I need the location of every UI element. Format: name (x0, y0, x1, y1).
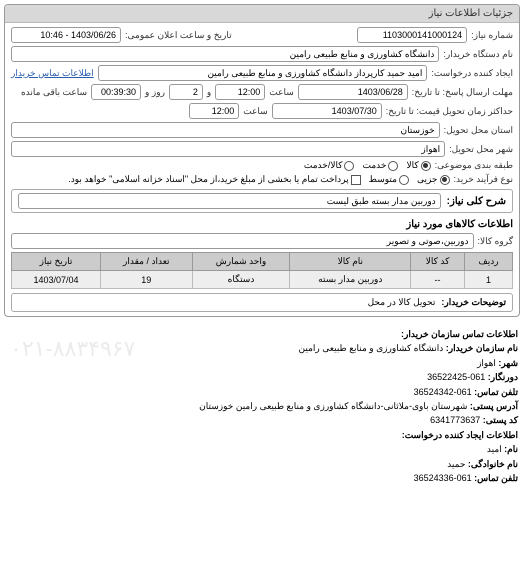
buyer-note-box: توضیحات خریدار: تحویل کالا در محل (11, 293, 513, 312)
c-org-label: نام سازمان خریدار: (446, 343, 518, 353)
c-phone: 061-36524342 (414, 387, 472, 397)
announce-label: تاریخ و ساعت اعلان عمومی: (125, 30, 232, 41)
th-code: کد کالا (411, 253, 465, 271)
saat-label-2: ساعت (243, 106, 268, 117)
th-date: تاریخ نیاز (12, 253, 101, 271)
c-postal: 6341773637 (430, 415, 480, 425)
td-qty: 19 (101, 271, 192, 289)
remain-days-input[interactable] (169, 84, 203, 100)
process-radio-group: جزیی متوسط پرداخت تمام یا بخشی از مبلغ خ… (68, 174, 449, 185)
radio-jozi[interactable]: جزیی (417, 174, 450, 185)
buyer-org-input[interactable] (11, 46, 439, 62)
td-idx: 1 (464, 271, 512, 289)
radio-kala-label: کالا (406, 160, 418, 171)
remain-label: ساعت باقی مانده (21, 87, 87, 98)
td-unit: دستگاه (192, 271, 290, 289)
c-phone-label: تلفن تماس: (474, 387, 518, 397)
va-label: و (207, 87, 211, 98)
radio-motavaset[interactable]: متوسط (369, 174, 409, 185)
buyer-note-value: تحویل کالا در محل (368, 297, 436, 308)
goods-table: ردیف کد کالا نام کالا واحد شمارش تعداد /… (11, 252, 513, 289)
request-no-input[interactable] (357, 27, 467, 43)
price-date-input[interactable] (272, 103, 382, 119)
city-input[interactable] (11, 141, 445, 157)
c-org: دانشگاه کشاورزی و منابع طبیعی رامین (299, 343, 444, 353)
c-cphone: 061-36524336 (414, 473, 472, 483)
th-qty: تعداد / مقدار (101, 253, 192, 271)
c-creator-title: اطلاعات ایجاد کننده درخواست: (402, 430, 518, 440)
radio-dot-icon (440, 175, 450, 185)
c-fname: امید (487, 444, 502, 454)
process-label: نوع فرآیند خرید: (454, 174, 514, 185)
category-label: طبقه بندی موضوعی: (435, 160, 513, 171)
panel-title: جزئیات اطلاعات نیاز (5, 5, 519, 23)
saat-label-1: ساعت (269, 87, 294, 98)
panel-body: شماره نیاز: تاریخ و ساعت اعلان عمومی: نا… (5, 23, 519, 316)
contact-link[interactable]: اطلاعات تماس خریدار (11, 68, 94, 79)
need-label: شرح کلی نیاز: (447, 196, 506, 207)
radio-khadamat-label: خدمت (362, 160, 386, 171)
td-name: دوربین مدار بسته (290, 271, 411, 289)
radio-motavaset-label: متوسط (369, 174, 397, 185)
goods-section-title: اطلاعات کالاهای مورد نیاز (11, 219, 513, 230)
c-fax-label: دورنگار: (488, 372, 518, 382)
request-no-label: شماره نیاز: (471, 30, 513, 41)
announce-input[interactable] (11, 27, 121, 43)
radio-jozi-label: جزیی (417, 174, 438, 185)
price-label: حداکثر زمان تحویل قیمت: تا تاریخ: (386, 106, 513, 117)
creator-label: ایجاد کننده درخواست: (431, 68, 513, 79)
chk-treasury[interactable]: پرداخت تمام یا بخشی از مبلغ خرید،از محل … (68, 174, 360, 185)
deadline-date-input[interactable] (298, 84, 408, 100)
c-city-label: شهر: (498, 358, 518, 368)
c-address: شهرستان باوی-ملاثانی-دانشگاه کشاورزی و م… (199, 401, 467, 411)
city-label: شهر محل تحویل: (449, 144, 513, 155)
deadline-time-input[interactable] (215, 84, 265, 100)
c-cphone-label: تلفن تماس: (474, 473, 518, 483)
radio-dot-icon (399, 175, 409, 185)
contact-section: ۰۲۱-۸۸۳۴۹۶۷ اطلاعات تماس سازمان خریدار: … (0, 321, 524, 491)
td-code: -- (411, 271, 465, 289)
checkbox-icon (351, 175, 361, 185)
radio-dot-icon (344, 161, 354, 171)
category-radio-group: کالا خدمت کالا/خدمت (304, 160, 431, 171)
table-row: 1 -- دوربین مدار بسته دستگاه 19 1403/07/… (12, 271, 513, 289)
c-address-label: آدرس پستی: (470, 401, 518, 411)
radio-kala[interactable]: کالا (406, 160, 430, 171)
rooz-label: روز و (145, 87, 165, 98)
buyer-note-label: توضیحات خریدار: (441, 297, 506, 308)
c-postal-label: کد پستی: (483, 415, 518, 425)
c-city: اهواز (477, 358, 496, 368)
radio-khadamat[interactable]: خدمت (362, 160, 398, 171)
radio-both-label: کالا/خدمت (304, 160, 343, 171)
group-label: گروه کالا: (478, 236, 513, 247)
need-title-row: شرح کلی نیاز: (11, 189, 513, 213)
radio-dot-icon (388, 161, 398, 171)
proc-note-label: پرداخت تمام یا بخشی از مبلغ خرید،از محل … (68, 174, 348, 185)
radio-dot-icon (421, 161, 431, 171)
c-lname: حمید (447, 459, 465, 469)
need-details-panel: جزئیات اطلاعات نیاز شماره نیاز: تاریخ و … (4, 4, 520, 317)
c-lname-label: نام خانوادگی: (468, 459, 518, 469)
buyer-org-label: نام دستگاه خریدار: (443, 49, 513, 60)
c-fname-label: نام: (504, 444, 518, 454)
remain-time-input[interactable] (91, 84, 141, 100)
radio-both[interactable]: کالا/خدمت (304, 160, 355, 171)
td-date: 1403/07/04 (12, 271, 101, 289)
contact-title: اطلاعات تماس سازمان خریدار: (401, 329, 518, 339)
province-label: استان محل تحویل: (444, 125, 513, 136)
group-input[interactable] (11, 233, 474, 249)
th-idx: ردیف (464, 253, 512, 271)
c-fax: 061-36522425 (427, 372, 485, 382)
need-input[interactable] (18, 193, 441, 209)
price-time-input[interactable] (189, 103, 239, 119)
th-unit: واحد شمارش (192, 253, 290, 271)
table-header-row: ردیف کد کالا نام کالا واحد شمارش تعداد /… (12, 253, 513, 271)
deadline-label: مهلت ارسال پاسخ: تا تاریخ: (412, 87, 513, 98)
th-name: نام کالا (290, 253, 411, 271)
creator-input[interactable] (98, 65, 428, 81)
province-input[interactable] (11, 122, 440, 138)
